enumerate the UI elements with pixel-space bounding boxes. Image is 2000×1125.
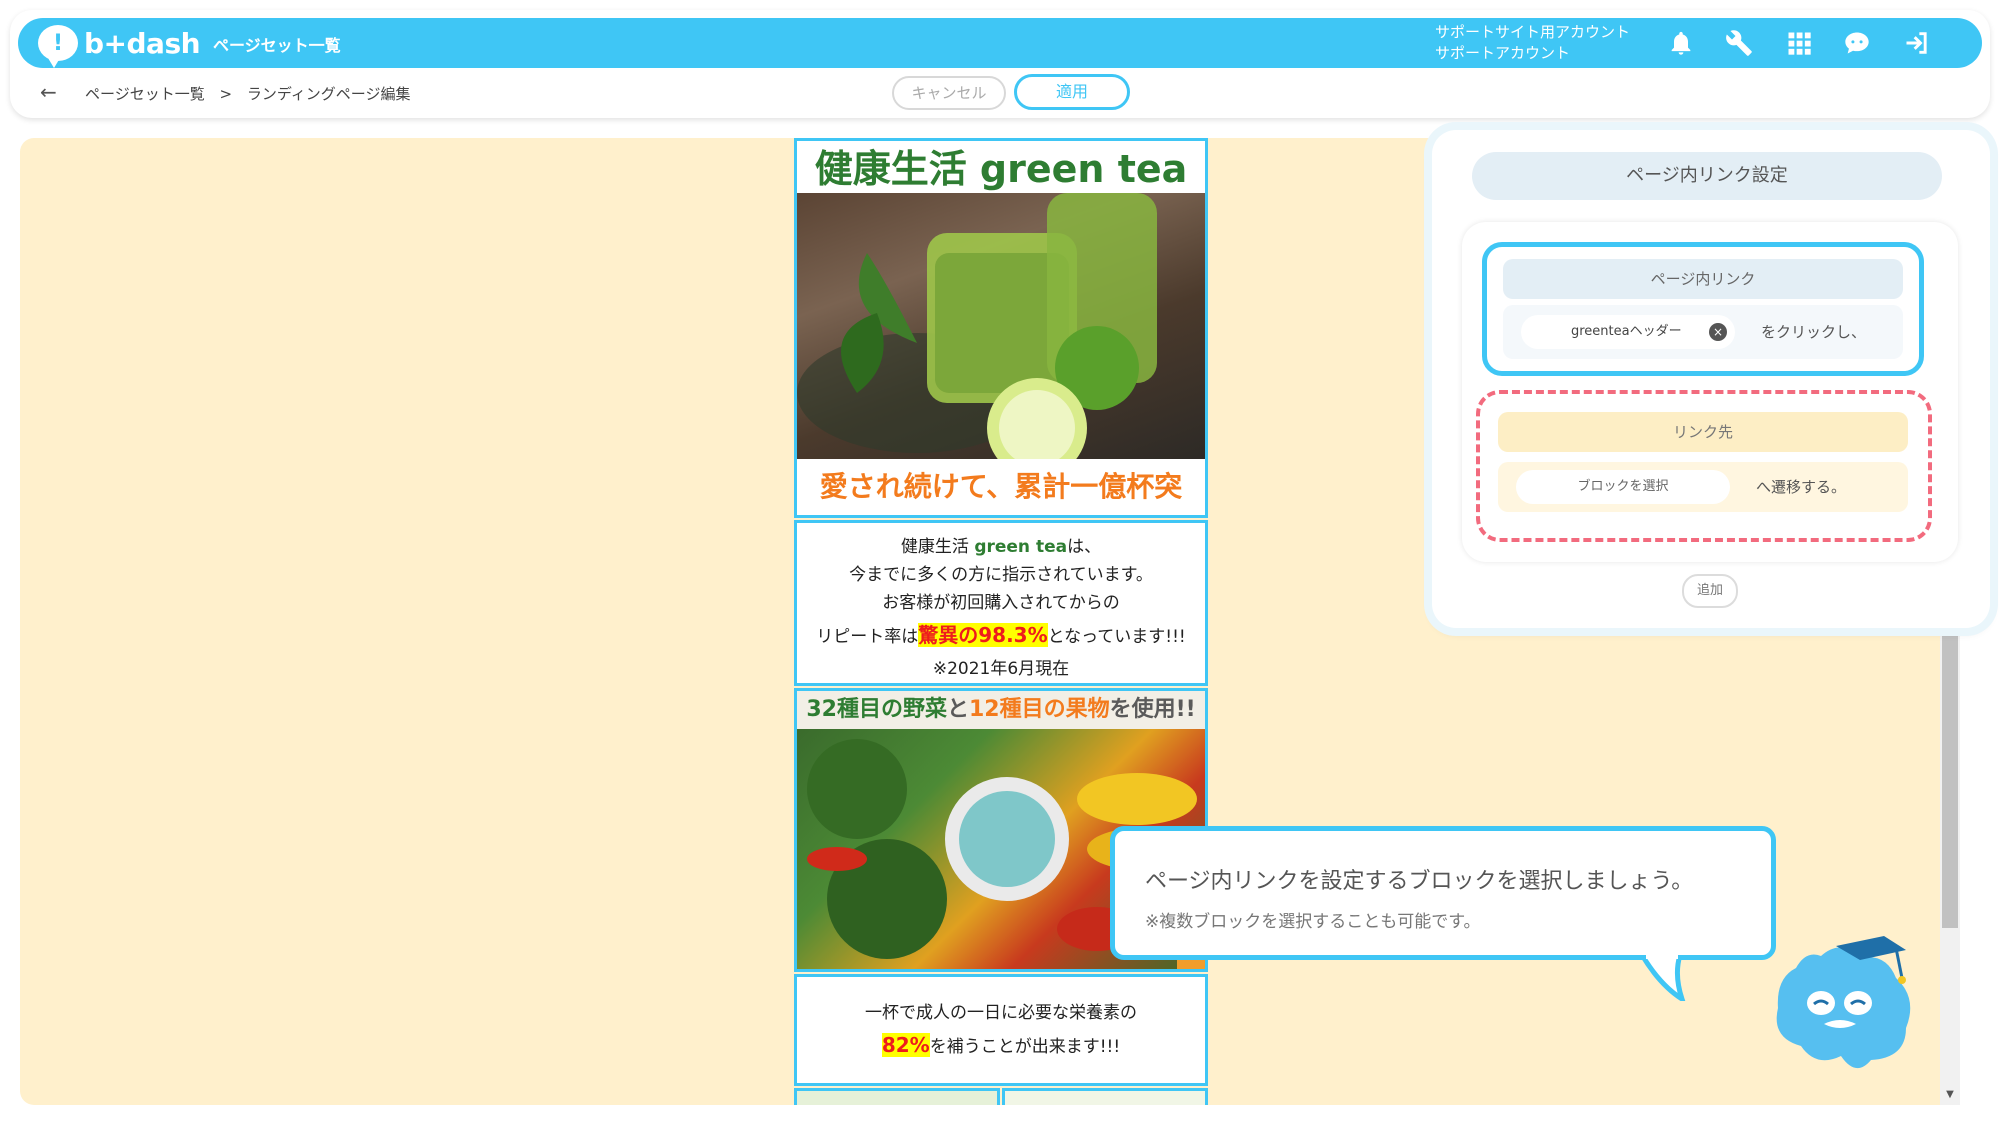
veg-title: 32種目の野菜と12種目の果物を使用!!: [797, 691, 1205, 729]
hero-cta-text: 愛され続けて、累計一億杯突破!!: [819, 470, 1183, 503]
wrench-icon[interactable]: [1722, 27, 1756, 59]
logo-bubble-icon: !: [38, 25, 78, 68]
tooltip-main-text: ページ内リンクを設定するブロックを選択しましょう。: [1145, 869, 1694, 894]
cancel-button[interactable]: キャンセル: [892, 76, 1006, 110]
veg-title-d: を使用!!: [1109, 697, 1196, 722]
tooltip-tail-icon: [1640, 955, 1686, 1001]
guide-tooltip: ページ内リンクを設定するブロックを選択しましょう。 ※複数ブロックを選択すること…: [1110, 826, 1776, 960]
account-line-2: サポートアカウント: [1435, 44, 1571, 62]
select-block-button[interactable]: ブロックを選択: [1516, 470, 1730, 504]
breadcrumb-current: ランディングページ編集: [246, 85, 411, 103]
green-smoothie-photo: [797, 193, 1205, 478]
link-source-suffix: をクリックし、: [1761, 323, 1867, 341]
nutri-line-2b: を補うことが出来ます!!!: [929, 1037, 1121, 1057]
add-link-button[interactable]: 追加: [1682, 574, 1738, 608]
remove-chip-icon[interactable]: ×: [1709, 323, 1727, 341]
intro-line-1c: は、: [1067, 537, 1102, 557]
link-destination-suffix: へ遷移する。: [1756, 478, 1847, 496]
tooltip-sub-text: ※複数ブロックを選択することも可能です。: [1145, 912, 1481, 932]
link-source-row: greenteaヘッダー × をクリックし、: [1503, 305, 1903, 359]
logout-icon[interactable]: [1900, 27, 1934, 59]
lp-block-intro[interactable]: 健康生活 green teaは、 今までに多くの方に指示されています。 お客様が…: [794, 520, 1208, 686]
link-source-chip-label: greenteaヘッダー: [1571, 324, 1682, 339]
intro-line-1a: 健康生活: [900, 537, 975, 557]
intro-line-3: お客様が初回購入されてからの: [882, 593, 1120, 613]
nutri-line-1: 一杯で成人の一日に必要な栄養素の: [865, 1003, 1137, 1023]
sub-bar: ← ページセット一覧 > ランディングページ編集 キャンセル 適用: [10, 70, 1990, 116]
grid-icon[interactable]: [1782, 27, 1816, 59]
veg-title-b: と: [946, 697, 969, 722]
link-destination-box[interactable]: リンク先 ブロックを選択 へ遷移する。: [1476, 390, 1932, 542]
lp-block-hero[interactable]: 健康生活 green tea 愛され続けて、累計一億杯突破!!: [794, 138, 1208, 518]
in-page-link-panel: ページ内リンク設定 ページ内リンク greenteaヘッダー × をクリックし、…: [1432, 130, 1990, 628]
link-rule-card: ページ内リンク greenteaヘッダー × をクリックし、 リンク先 ブロック…: [1462, 222, 1958, 562]
link-source-chip[interactable]: greenteaヘッダー ×: [1521, 315, 1735, 349]
repeat-rate-highlight: 驚異の98.3%: [918, 623, 1048, 647]
intro-line-4a: リピート率は: [816, 627, 919, 647]
bell-icon[interactable]: [1664, 27, 1698, 59]
breadcrumb-root[interactable]: ページセット一覧: [85, 85, 205, 103]
header-title[interactable]: ページセット一覧: [213, 32, 341, 56]
nutri-line-2: 82%を補うことが出来ます!!!: [797, 1027, 1205, 1065]
lp-block-next-right[interactable]: [1002, 1088, 1208, 1105]
top-bar: ! b+dash ページセット一覧 サポートサイト用アカウント サポートアカウン…: [18, 18, 1982, 68]
scroll-down-icon[interactable]: ▼: [1940, 1089, 1960, 1103]
back-arrow-icon[interactable]: ←: [40, 82, 64, 102]
intro-line-2: 今までに多くの方に指示されています。: [849, 565, 1153, 585]
breadcrumb: ページセット一覧 > ランディングページ編集: [85, 83, 411, 104]
apply-button[interactable]: 適用: [1014, 74, 1130, 110]
mascot-icon: [1776, 936, 1911, 1069]
lp-block-nutrition[interactable]: 一杯で成人の一日に必要な栄養素の 82%を補うことが出来ます!!!: [794, 974, 1208, 1086]
intro-line-4c: となっています!!!: [1047, 627, 1186, 647]
link-destination-row: ブロックを選択 へ遷移する。: [1498, 462, 1908, 512]
hero-title: 健康生活 green tea: [814, 147, 1188, 191]
intro-line-5: ※2021年6月現在: [932, 659, 1070, 679]
veg-title-a: 32種目の野菜: [806, 697, 947, 722]
intro-line-1b: green tea: [974, 537, 1068, 557]
intro-line-1: 健康生活 green teaは、: [797, 533, 1205, 561]
breadcrumb-separator: >: [219, 85, 233, 103]
logo-text: b+dash: [84, 26, 201, 60]
link-source-header: ページ内リンク: [1503, 259, 1903, 299]
nutri-highlight: 82%: [881, 1033, 930, 1057]
account-info[interactable]: サポートサイト用アカウント サポートアカウント: [1435, 22, 1630, 64]
logo[interactable]: ! b+dash: [38, 25, 201, 68]
intro-line-4: リピート率は驚異の98.3%となっています!!!: [797, 617, 1205, 655]
panel-title: ページ内リンク設定: [1472, 152, 1942, 200]
link-destination-header: リンク先: [1498, 412, 1908, 452]
account-line-1: サポートサイト用アカウント: [1435, 23, 1631, 41]
chat-icon[interactable]: [1840, 27, 1874, 59]
veg-title-c: 12種目の果物: [968, 697, 1110, 722]
link-source-box[interactable]: ページ内リンク greenteaヘッダー × をクリックし、: [1482, 242, 1924, 376]
lp-block-next-left[interactable]: [794, 1088, 1000, 1105]
